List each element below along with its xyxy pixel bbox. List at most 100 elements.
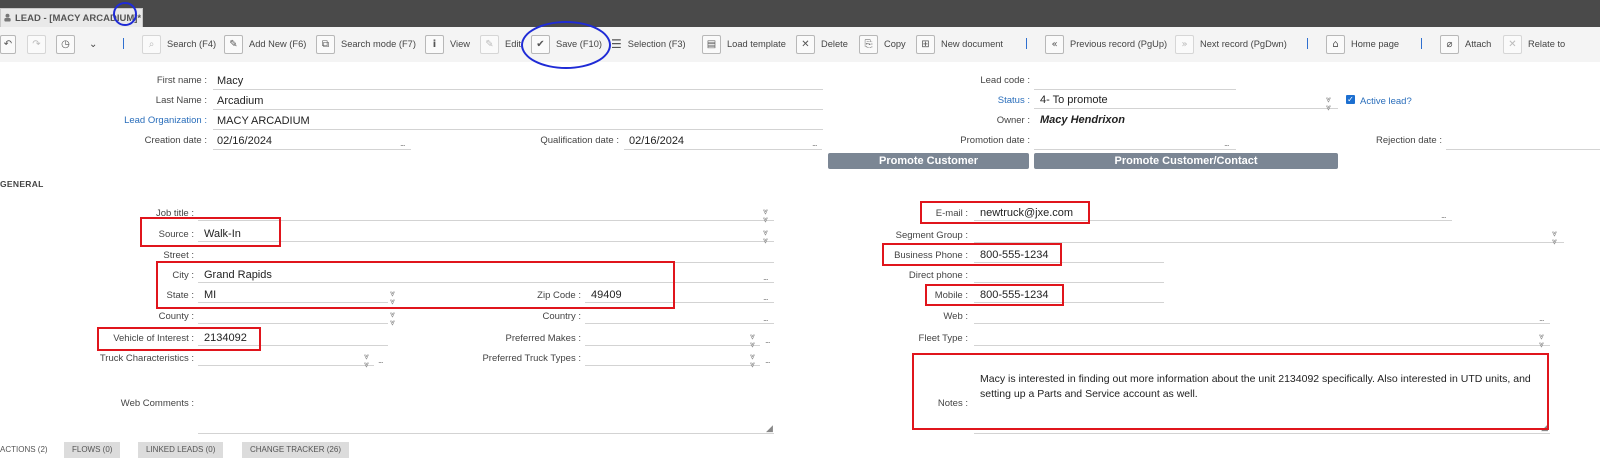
promotion-date-picker-button[interactable]: ... — [1224, 138, 1229, 148]
preferred-truck-types-lookup-button[interactable]: ... — [765, 355, 770, 365]
county-field[interactable] — [198, 323, 388, 324]
preferred-makes-field[interactable] — [585, 345, 760, 346]
segment-group-label: Segment Group : — [895, 230, 968, 241]
web-comments-resize-handle[interactable]: ◢ — [766, 423, 773, 434]
bottom-tab-change-tracker[interactable]: CHANGE TRACKER (26) — [242, 442, 349, 458]
undo-icon: ↶ — [0, 34, 16, 54]
selection-label: Selection (F3) — [627, 39, 686, 49]
add-new-button[interactable]: ✎ Add New (F6) — [224, 34, 306, 54]
fleet-type-field[interactable] — [974, 345, 1550, 346]
job-title-chevron-icon[interactable]: ⩔ ⩔ — [763, 208, 768, 225]
notes-underline — [974, 433, 1550, 434]
truck-characteristics-field[interactable] — [198, 365, 374, 366]
search-icon: ⌕ — [142, 34, 161, 54]
promote-customer-button[interactable]: Promote Customer — [828, 153, 1029, 169]
owner-field[interactable]: Macy Hendrixon — [1040, 114, 1125, 126]
search-mode-button[interactable]: ⧉ Search mode (F7) — [316, 34, 416, 54]
fleet-type-chevron-icon[interactable]: ⩔ ⩔ — [1539, 333, 1544, 350]
home-page-button[interactable]: ⌂ Home page — [1326, 34, 1399, 54]
truck-characteristics-label: Truck Characteristics : — [99, 353, 194, 364]
truck-characteristics-lookup-button[interactable]: ... — [378, 355, 383, 365]
annotation-box-business-phone — [882, 243, 1062, 266]
preferred-makes-label: Preferred Makes : — [505, 333, 582, 344]
selection-button[interactable]: ☰ Selection (F3) — [611, 34, 686, 54]
status-label[interactable]: Status : — [998, 95, 1030, 106]
relate-to-button[interactable]: ✕ Relate to — [1503, 34, 1565, 54]
next-record-button[interactable]: » Next record (PgDwn) — [1175, 34, 1287, 54]
zip-code-lookup-button[interactable]: ... — [763, 292, 768, 302]
promotion-date-field[interactable] — [1034, 149, 1236, 150]
preferred-truck-types-field[interactable] — [585, 365, 760, 366]
redo-button[interactable]: ↷ — [27, 34, 52, 54]
segment-group-field[interactable] — [974, 242, 1564, 243]
annotation-box-address — [156, 261, 675, 309]
history-button[interactable]: ◷ — [56, 34, 81, 54]
new-document-button[interactable]: ⊞ New document — [916, 34, 1003, 54]
county-chevron-icon[interactable]: ⩔ ⩔ — [390, 311, 395, 328]
delete-button[interactable]: ✕ Delete — [796, 34, 848, 54]
search-button[interactable]: ⌕ Search (F4) — [142, 34, 216, 54]
annotation-box-notes — [912, 353, 1549, 430]
preferred-truck-types-chevron-icon[interactable]: ⩔ ⩔ — [750, 353, 755, 370]
promotion-date-label: Promotion date : — [960, 135, 1030, 146]
web-comments-field[interactable] — [198, 433, 774, 434]
direct-phone-field[interactable] — [974, 282, 1164, 283]
edit-button[interactable]: ✎ Edit — [480, 34, 521, 54]
country-lookup-button[interactable]: ... — [763, 313, 768, 323]
search-label: Search (F4) — [167, 39, 217, 49]
creation-date-field[interactable]: 02/16/2024 — [217, 135, 272, 147]
city-lookup-button[interactable]: ... — [763, 272, 768, 282]
active-lead-checkbox[interactable]: ✓ — [1346, 95, 1355, 104]
bottom-tab-flows[interactable]: FLOWS (0) — [64, 442, 121, 458]
source-underline — [198, 241, 774, 242]
fleet-type-label: Fleet Type : — [918, 333, 968, 344]
rejection-date-field[interactable] — [1446, 149, 1600, 150]
copy-label: Copy — [884, 39, 906, 49]
attach-button[interactable]: ⌀ Attach — [1440, 34, 1491, 54]
qualification-date-field[interactable]: 02/16/2024 — [629, 135, 684, 147]
lead-code-field[interactable] — [1034, 89, 1236, 90]
lead-organization-underline — [213, 129, 823, 130]
bottom-tab-actions[interactable]: ACTIONS (2) — [0, 442, 56, 458]
email-compose-button[interactable]: ... — [1441, 210, 1446, 220]
double-chevron-left-icon: « — [1045, 34, 1064, 54]
lead-organization-label[interactable]: Lead Organization : — [124, 115, 207, 126]
country-label: Country : — [542, 311, 581, 322]
owner-label: Owner : — [996, 115, 1030, 126]
load-template-button[interactable]: ▤ Load template — [702, 34, 786, 54]
preferred-makes-chevron-icon[interactable]: ⩔ ⩔ — [750, 333, 755, 350]
truck-characteristics-chevron-icon[interactable]: ⩔ ⩔ — [364, 353, 369, 370]
home-icon: ⌂ — [1326, 34, 1345, 54]
source-chevron-icon[interactable]: ⩔ ⩔ — [763, 229, 768, 246]
bottom-tab-linked-leads[interactable]: LINKED LEADS (0) — [138, 442, 224, 458]
segment-group-chevron-icon[interactable]: ⩔ ⩔ — [1552, 230, 1557, 247]
preferred-makes-lookup-button[interactable]: ... — [765, 335, 770, 345]
status-field[interactable]: 4- To promote — [1040, 94, 1108, 106]
copy-button[interactable]: ⎘ Copy — [859, 34, 906, 54]
more-dropdown[interactable]: ⌄ — [89, 34, 97, 54]
first-name-field[interactable]: Macy — [217, 75, 243, 87]
promote-customer-contact-button[interactable]: Promote Customer/Contact — [1034, 153, 1338, 169]
delete-label: Delete — [821, 39, 848, 49]
toolbar-separator — [1421, 38, 1422, 49]
web-open-button[interactable]: ... — [1539, 313, 1544, 323]
view-button[interactable]: i View — [425, 34, 470, 54]
load-template-label: Load template — [727, 39, 786, 49]
last-name-field[interactable]: Arcadium — [217, 95, 263, 107]
creation-date-picker-button[interactable]: ... — [400, 138, 405, 148]
qualification-date-picker-button[interactable]: ... — [812, 138, 817, 148]
undo-button[interactable]: ↶ — [0, 34, 22, 54]
status-chevron-icon[interactable]: ⩔ ⩔ — [1326, 96, 1331, 113]
template-icon: ▤ — [702, 34, 721, 54]
clock-icon: ◷ — [56, 34, 75, 54]
active-lead-label[interactable]: Active lead? — [1360, 96, 1412, 107]
copy-icon: ⎘ — [859, 34, 878, 54]
job-title-field[interactable] — [198, 220, 774, 221]
lead-organization-field[interactable]: MACY ARCADIUM — [217, 115, 310, 127]
add-new-icon: ✎ — [224, 34, 243, 54]
info-icon: i — [425, 34, 444, 54]
country-field[interactable] — [585, 323, 774, 324]
previous-record-button[interactable]: « Previous record (PgUp) — [1045, 34, 1167, 54]
relate-icon: ✕ — [1503, 34, 1522, 54]
web-field[interactable] — [974, 323, 1550, 324]
